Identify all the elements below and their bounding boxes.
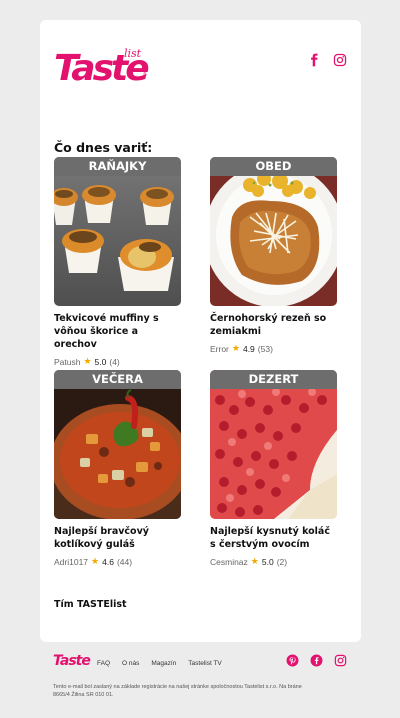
recipe-rating-count: (2): [276, 556, 288, 567]
footer-logo[interactable]: Taste: [53, 653, 91, 669]
logo-registered: ®: [143, 72, 147, 78]
recipe-author: Adri1017: [54, 556, 89, 567]
recipe-author: Cesminaz: [210, 556, 248, 567]
recipe-title[interactable]: Černohorský rezeň so zemiakmi: [210, 312, 337, 338]
facebook-icon[interactable]: [307, 53, 321, 67]
recipe-card-dessert[interactable]: DEZERT Najlepší kysnutý koláč s čerstvým…: [210, 370, 337, 567]
recipe-rating: 4.6: [102, 556, 114, 567]
schnitzel-image: [210, 157, 337, 306]
category-label: DEZERT: [210, 370, 337, 389]
recipe-rating-count: (44): [116, 556, 133, 567]
recipe-meta: Adri1017 ★ 4.6 (44): [54, 556, 181, 567]
instagram-icon[interactable]: [334, 654, 347, 667]
recipe-photo[interactable]: VEČERA: [54, 370, 181, 519]
footer-nav: FAQ O nás Magazín Tastelist TV: [97, 660, 222, 667]
social-links-bottom: [286, 654, 347, 667]
star-icon: ★: [83, 356, 92, 366]
instagram-icon[interactable]: [333, 53, 347, 67]
recipe-rating: 5.0: [94, 356, 107, 367]
recipe-rating: 5.0: [261, 556, 274, 567]
footer-link-magazine[interactable]: Magazín: [151, 660, 176, 667]
recipe-author: Patush: [54, 356, 81, 367]
recipe-card-lunch[interactable]: OBED Černohorský rezeň so zemiakmi Error…: [210, 157, 337, 354]
category-label: RAŇAJKY: [54, 157, 181, 176]
signature: Tím TASTElist: [54, 599, 127, 610]
footer-link-tv[interactable]: Tastelist TV: [188, 660, 221, 667]
facebook-icon[interactable]: [310, 654, 323, 667]
recipe-rating-count: (53): [257, 343, 273, 354]
recipe-title[interactable]: Tekvicové muffiny s vôňou škorice a orec…: [54, 312, 181, 351]
category-label: OBED: [210, 157, 337, 176]
tastelist-logo[interactable]: Taste list ®: [54, 47, 150, 88]
goulash-image: [54, 370, 181, 519]
star-icon: ★: [91, 556, 100, 566]
recipe-meta: Cesminaz ★ 5.0 (2): [210, 556, 337, 567]
recipe-meta: Error ★ 4.9 (53): [210, 343, 337, 354]
recipe-photo[interactable]: OBED: [210, 157, 337, 306]
star-icon: ★: [231, 343, 240, 353]
recipe-rating: 4.9: [242, 343, 255, 354]
section-heading: Čo dnes variť:: [54, 140, 153, 155]
fruit-cake-image: [210, 370, 337, 519]
muffins-image: [54, 157, 181, 306]
star-icon: ★: [250, 556, 259, 566]
footer-link-faq[interactable]: FAQ: [97, 660, 110, 667]
recipe-photo[interactable]: RAŇAJKY: [54, 157, 181, 306]
recipe-title[interactable]: Najlepší bravčový kotlíkový guláš: [54, 525, 181, 551]
recipe-photo[interactable]: DEZERT: [210, 370, 337, 519]
footer-link-about[interactable]: O nás: [122, 660, 139, 667]
pinterest-icon[interactable]: [286, 654, 299, 667]
category-label: VEČERA: [54, 370, 181, 389]
legal-notice: Tento e-mail bol zaslaný na základe regi…: [53, 684, 302, 698]
recipe-author: Error: [210, 343, 229, 354]
recipe-title[interactable]: Najlepší kysnutý koláč s čerstvým ovocím: [210, 525, 337, 551]
recipe-card-breakfast[interactable]: RAŇAJKY Tekvicové muffiny s vôňou škoric…: [54, 157, 181, 367]
recipe-meta: Patush ★ 5.0 (4): [54, 356, 181, 367]
email-card: Taste list ® Čo dnes variť: RAŇAJKY Tekv…: [40, 20, 361, 642]
logo-sup: list: [124, 47, 142, 60]
social-links-top: [307, 53, 347, 67]
recipe-rating-count: (4): [109, 356, 120, 367]
recipe-card-dinner[interactable]: VEČERA Najlepší bravčový kotlíkový guláš…: [54, 370, 181, 567]
